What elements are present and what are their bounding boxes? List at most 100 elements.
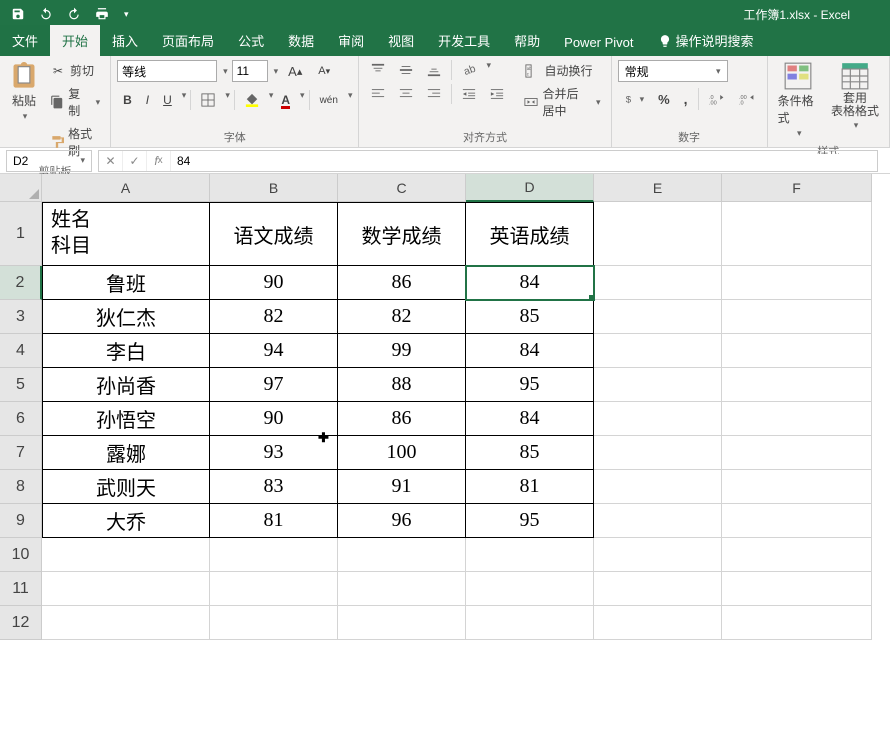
comma-button[interactable]: ,	[678, 88, 694, 110]
select-all-corner[interactable]	[0, 174, 42, 202]
cell-D2[interactable]: 84	[466, 266, 594, 300]
bold-button[interactable]: B	[117, 90, 138, 110]
tab-view[interactable]: 视图	[376, 25, 426, 56]
font-color-button[interactable]: A	[275, 90, 296, 110]
cell-F5[interactable]	[722, 368, 872, 402]
cell-A11[interactable]	[42, 572, 210, 606]
cell-C6[interactable]: 86	[338, 402, 466, 436]
cell-F9[interactable]	[722, 504, 872, 538]
cell-E9[interactable]	[594, 504, 722, 538]
cell-B2[interactable]: 90	[210, 266, 338, 300]
column-header-F[interactable]: F	[722, 174, 872, 202]
conditional-format-button[interactable]: 条件格式▾	[774, 60, 823, 141]
cell-E5[interactable]	[594, 368, 722, 402]
cell-B12[interactable]	[210, 606, 338, 640]
cell-E12[interactable]	[594, 606, 722, 640]
paste-button[interactable]: 粘贴 ▾	[6, 60, 42, 124]
copy-button[interactable]: 复制▾	[46, 83, 104, 121]
cell-D11[interactable]	[466, 572, 594, 606]
cell-F1[interactable]	[722, 202, 872, 266]
tab-data[interactable]: 数据	[276, 25, 326, 56]
cell-A9[interactable]: 大乔	[42, 504, 210, 538]
cell-A10[interactable]	[42, 538, 210, 572]
row-header-4[interactable]: 4	[0, 334, 42, 368]
column-header-E[interactable]: E	[594, 174, 722, 202]
row-header-11[interactable]: 11	[0, 572, 42, 606]
cell-E8[interactable]	[594, 470, 722, 504]
align-center-button[interactable]	[393, 84, 419, 104]
save-icon[interactable]	[10, 6, 26, 22]
cell-C1[interactable]: 数学成绩	[338, 202, 466, 266]
cancel-formula-button[interactable]: ✕	[99, 151, 123, 171]
cell-F4[interactable]	[722, 334, 872, 368]
tab-file[interactable]: 文件	[0, 25, 50, 56]
cell-A2[interactable]: 鲁班	[42, 266, 210, 300]
enter-formula-button[interactable]: ✓	[123, 151, 147, 171]
row-header-10[interactable]: 10	[0, 538, 42, 572]
row-header-1[interactable]: 1	[0, 202, 42, 266]
fill-color-button[interactable]	[239, 90, 265, 110]
cell-C2[interactable]: 86	[338, 266, 466, 300]
cell-F7[interactable]	[722, 436, 872, 470]
cell-C12[interactable]	[338, 606, 466, 640]
cell-E7[interactable]	[594, 436, 722, 470]
border-button[interactable]	[195, 90, 221, 110]
row-header-6[interactable]: 6	[0, 402, 42, 436]
cell-A3[interactable]: 狄仁杰	[42, 300, 210, 334]
cell-D3[interactable]: 85	[466, 300, 594, 334]
cell-B5[interactable]: 97	[210, 368, 338, 402]
fx-button[interactable]: fx	[147, 151, 171, 171]
cell-B10[interactable]	[210, 538, 338, 572]
cell-F6[interactable]	[722, 402, 872, 436]
underline-button[interactable]: U	[157, 90, 178, 110]
column-header-D[interactable]: D	[466, 174, 594, 202]
cell-F8[interactable]	[722, 470, 872, 504]
cell-A12[interactable]	[42, 606, 210, 640]
cell-C9[interactable]: 96	[338, 504, 466, 538]
cell-D5[interactable]: 95	[466, 368, 594, 402]
cell-B9[interactable]: 81	[210, 504, 338, 538]
formula-input[interactable]	[171, 154, 877, 168]
ruby-button[interactable]: wén	[314, 90, 344, 110]
cut-button[interactable]: ✂剪切	[46, 60, 104, 81]
cell-E3[interactable]	[594, 300, 722, 334]
accounting-format-button[interactable]: $▾	[618, 88, 651, 110]
cell-F10[interactable]	[722, 538, 872, 572]
redo-icon[interactable]	[66, 6, 82, 22]
cell-C10[interactable]	[338, 538, 466, 572]
cell-C4[interactable]: 99	[338, 334, 466, 368]
tab-help[interactable]: 帮助	[502, 25, 552, 56]
cell-D4[interactable]: 84	[466, 334, 594, 368]
cell-E4[interactable]	[594, 334, 722, 368]
row-header-5[interactable]: 5	[0, 368, 42, 402]
cell-A5[interactable]: 孙尚香	[42, 368, 210, 402]
cell-D10[interactable]	[466, 538, 594, 572]
column-header-A[interactable]: A	[42, 174, 210, 202]
cell-C11[interactable]	[338, 572, 466, 606]
row-header-9[interactable]: 9	[0, 504, 42, 538]
merge-center-button[interactable]: 合并后居中▾	[520, 83, 604, 121]
cell-F12[interactable]	[722, 606, 872, 640]
cell-F2[interactable]	[722, 266, 872, 300]
tab-formulas[interactable]: 公式	[226, 25, 276, 56]
cell-E11[interactable]	[594, 572, 722, 606]
orientation-button[interactable]: ab	[456, 60, 482, 80]
cell-D9[interactable]: 95	[466, 504, 594, 538]
cell-C8[interactable]: 91	[338, 470, 466, 504]
cell-A6[interactable]: 孙悟空	[42, 402, 210, 436]
row-header-8[interactable]: 8	[0, 470, 42, 504]
tab-powerpivot[interactable]: Power Pivot	[552, 29, 645, 56]
cell-B1[interactable]: 语文成绩	[210, 202, 338, 266]
column-header-C[interactable]: C	[338, 174, 466, 202]
increase-font-button[interactable]: A▴	[282, 61, 308, 82]
italic-button[interactable]: I	[140, 90, 155, 110]
table-format-button[interactable]: 套用 表格格式▾	[827, 60, 883, 133]
align-right-button[interactable]	[421, 84, 447, 104]
decrease-font-button[interactable]: A▾	[312, 62, 336, 80]
align-middle-button[interactable]	[393, 60, 419, 80]
decrease-indent-button[interactable]	[456, 84, 482, 104]
cell-A1[interactable]: 姓名科目	[42, 202, 210, 266]
cell-B3[interactable]: 82	[210, 300, 338, 334]
cell-B7[interactable]: 93	[210, 436, 338, 470]
cell-D12[interactable]	[466, 606, 594, 640]
